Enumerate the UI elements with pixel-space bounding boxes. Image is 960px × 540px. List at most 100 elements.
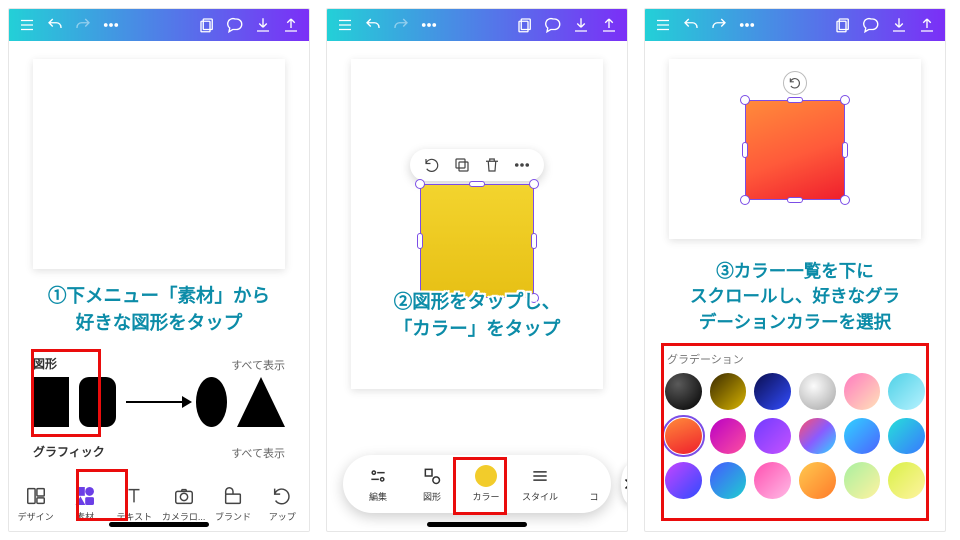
- gradient-swatch[interactable]: [754, 373, 791, 410]
- tab-text[interactable]: テキスト: [110, 483, 159, 525]
- gradient-swatch[interactable]: [799, 373, 836, 410]
- tab-label: コ: [589, 490, 598, 503]
- resize-handle[interactable]: [740, 95, 750, 105]
- layers-icon[interactable]: [831, 13, 855, 37]
- resize-handle[interactable]: [842, 142, 848, 158]
- shape-rounded-square[interactable]: [79, 377, 115, 427]
- selected-shape[interactable]: [746, 101, 844, 199]
- rotate-handle[interactable]: [783, 71, 807, 95]
- more-icon[interactable]: [735, 13, 759, 37]
- resize-handle[interactable]: [787, 97, 803, 103]
- gradient-swatch[interactable]: [710, 418, 747, 455]
- shape-circle[interactable]: [196, 377, 227, 427]
- layers-icon[interactable]: [513, 13, 537, 37]
- menu-icon[interactable]: [333, 13, 357, 37]
- resize-handle[interactable]: [531, 233, 537, 249]
- gradient-swatch[interactable]: [754, 462, 791, 499]
- gradient-swatch[interactable]: [888, 418, 925, 455]
- menu-icon[interactable]: [651, 13, 675, 37]
- gradient-swatch[interactable]: [754, 418, 791, 455]
- gradient-swatch[interactable]: [888, 373, 925, 410]
- resize-handle[interactable]: [840, 95, 850, 105]
- edit-icon: [367, 465, 389, 487]
- comment-icon[interactable]: [223, 13, 247, 37]
- rotate-icon[interactable]: [422, 155, 442, 175]
- resize-handle[interactable]: [529, 179, 539, 189]
- resize-handle[interactable]: [742, 142, 748, 158]
- graphics-viewall[interactable]: すべて表示: [231, 445, 285, 461]
- shapes-viewall[interactable]: すべて表示: [231, 357, 285, 373]
- style-icon: [529, 465, 551, 487]
- download-icon[interactable]: [251, 13, 275, 37]
- tab-design[interactable]: デザイン: [11, 483, 60, 525]
- tab-label: 図形: [423, 490, 441, 503]
- shapes-row: [33, 373, 285, 431]
- tab-elements[interactable]: 素材: [60, 483, 109, 525]
- resize-handle[interactable]: [469, 295, 485, 301]
- camera-icon: [173, 485, 195, 507]
- close-button[interactable]: [621, 464, 628, 504]
- undo-icon[interactable]: [43, 13, 67, 37]
- tab-style[interactable]: スタイル: [513, 465, 567, 503]
- share-icon[interactable]: [915, 13, 939, 37]
- selected-shape[interactable]: [421, 185, 533, 297]
- more-icon[interactable]: [99, 13, 123, 37]
- more-icon[interactable]: [512, 155, 532, 175]
- delete-icon[interactable]: [482, 155, 502, 175]
- tab-copy[interactable]: コ: [567, 465, 621, 503]
- gradient-swatch[interactable]: [710, 373, 747, 410]
- resize-handle[interactable]: [469, 181, 485, 187]
- layers-icon[interactable]: [195, 13, 219, 37]
- tab-camera[interactable]: カメラロ...: [159, 483, 208, 525]
- tab-brand[interactable]: ブランド: [208, 483, 257, 525]
- shapes-icon: [421, 465, 443, 487]
- redo-icon[interactable]: [71, 13, 95, 37]
- redo-icon[interactable]: [707, 13, 731, 37]
- comment-icon[interactable]: [859, 13, 883, 37]
- gradient-swatch[interactable]: [710, 462, 747, 499]
- tab-apps[interactable]: アップ: [258, 483, 307, 525]
- tab-shapes[interactable]: 図形: [405, 465, 459, 503]
- tab-label: デザイン: [18, 510, 54, 523]
- gradient-swatch[interactable]: [665, 373, 702, 410]
- tab-color[interactable]: カラー: [459, 465, 513, 503]
- share-icon[interactable]: [279, 13, 303, 37]
- brand-icon: [222, 485, 244, 507]
- resize-handle[interactable]: [417, 233, 423, 249]
- resize-handle[interactable]: [787, 197, 803, 203]
- gradient-swatch[interactable]: [844, 462, 881, 499]
- gradient-swatch[interactable]: [665, 462, 702, 499]
- redo-icon[interactable]: [389, 13, 413, 37]
- instruction-text: ③カラー一覧を下に スクロールし、好きなグラ デーションカラーを選択: [645, 259, 945, 335]
- gradient-swatch[interactable]: [665, 418, 702, 455]
- resize-handle[interactable]: [529, 293, 539, 303]
- gradient-swatch[interactable]: [844, 373, 881, 410]
- comment-icon[interactable]: [541, 13, 565, 37]
- shapes-heading: 図形: [33, 355, 57, 372]
- gradient-swatch[interactable]: [799, 418, 836, 455]
- gradient-swatch[interactable]: [888, 462, 925, 499]
- gradient-swatch[interactable]: [844, 418, 881, 455]
- more-icon[interactable]: [417, 13, 441, 37]
- menu-icon[interactable]: [15, 13, 39, 37]
- screenshot-2: ②図形をタップし、 「カラー」をタップ 編集図形カラースタイルコ: [326, 8, 628, 532]
- shape-square[interactable]: [33, 377, 69, 427]
- shape-arrow-line[interactable]: [126, 401, 186, 403]
- resize-handle[interactable]: [415, 179, 425, 189]
- tab-label: スタイル: [522, 490, 558, 503]
- share-icon[interactable]: [597, 13, 621, 37]
- resize-handle[interactable]: [415, 293, 425, 303]
- gradient-swatch[interactable]: [799, 462, 836, 499]
- tab-label: 編集: [369, 490, 387, 503]
- download-icon[interactable]: [887, 13, 911, 37]
- tab-edit[interactable]: 編集: [351, 465, 405, 503]
- undo-icon[interactable]: [679, 13, 703, 37]
- design-canvas[interactable]: [33, 59, 285, 269]
- duplicate-icon[interactable]: [452, 155, 472, 175]
- resize-handle[interactable]: [740, 195, 750, 205]
- undo-icon[interactable]: [361, 13, 385, 37]
- download-icon[interactable]: [569, 13, 593, 37]
- shape-triangle[interactable]: [237, 377, 285, 427]
- gradient-palette: グラデーション: [665, 347, 925, 517]
- resize-handle[interactable]: [840, 195, 850, 205]
